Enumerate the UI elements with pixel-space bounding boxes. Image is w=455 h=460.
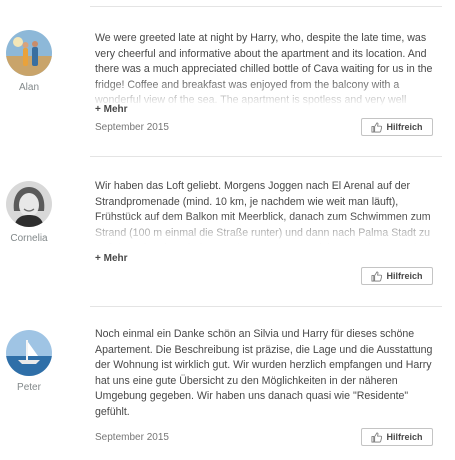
review-text: Wir haben das Loft geliebt. Morgens Jogg… (95, 179, 440, 247)
review-divider (90, 6, 442, 7)
reviewer-profile[interactable]: Cornelia (0, 181, 58, 244)
review-text: Noch einmal ein Danke schön an Silvia un… (95, 327, 440, 423)
read-more-link[interactable]: + Mehr (95, 253, 128, 264)
thumbs-up-icon (371, 432, 383, 443)
thumbs-up-icon (371, 122, 383, 133)
reviewer-profile[interactable]: Peter (0, 330, 58, 393)
avatar[interactable] (6, 30, 52, 76)
avatar[interactable] (6, 181, 52, 227)
thumbs-up-icon (371, 271, 383, 282)
review-body: Noch einmal ein Danke schön an Silvia un… (95, 328, 433, 418)
helpful-button[interactable]: Hilfreich (361, 267, 433, 285)
helpful-label: Hilfreich (386, 122, 423, 132)
helpful-button[interactable]: Hilfreich (361, 118, 433, 136)
review-date: September 2015 (95, 432, 169, 443)
reviewer-name: Peter (17, 382, 41, 393)
reviewer-profile[interactable]: Alan (0, 30, 58, 93)
review-text: We were greeted late at night by Harry, … (95, 31, 440, 109)
review-divider (90, 306, 442, 307)
helpful-label: Hilfreich (386, 432, 423, 442)
reviewer-name: Cornelia (10, 233, 48, 244)
helpful-button[interactable]: Hilfreich (361, 428, 433, 446)
review-date: September 2015 (95, 122, 169, 133)
review-divider (90, 156, 442, 157)
helpful-label: Hilfreich (386, 271, 423, 281)
avatar[interactable] (6, 330, 52, 376)
text-fade (95, 77, 440, 109)
read-more-link[interactable]: + Mehr (95, 104, 128, 115)
text-fade (95, 215, 440, 247)
reviewer-name: Alan (18, 82, 39, 93)
